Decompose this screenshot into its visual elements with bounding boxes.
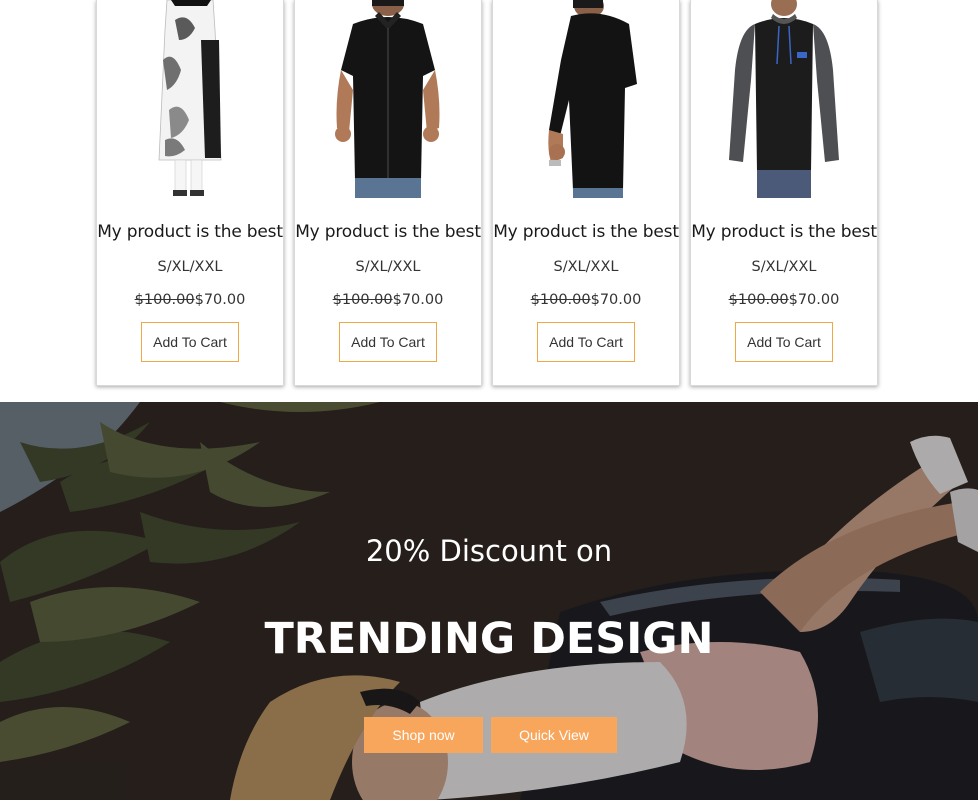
old-price: $100.00	[530, 292, 591, 308]
product-price: $100.00$70.00	[729, 292, 840, 308]
kurti-product-image[interactable]	[115, 0, 265, 198]
add-to-cart-button[interactable]: Add To Cart	[735, 322, 833, 362]
banner-buttons: Shop now Quick View	[364, 717, 617, 753]
old-price: $100.00	[134, 292, 195, 308]
quick-view-button[interactable]: Quick View	[491, 717, 617, 753]
shop-now-button[interactable]: Shop now	[364, 717, 483, 753]
raglan-hoodie-product-image[interactable]	[709, 0, 859, 198]
add-to-cart-button[interactable]: Add To Cart	[141, 322, 239, 362]
old-price: $100.00	[332, 292, 393, 308]
new-price: $70.00	[788, 292, 840, 308]
new-price: $70.00	[392, 292, 444, 308]
product-grid: My product is the best S/XL/XXL $100.00$…	[96, 0, 878, 386]
banner-subtitle: 20% Discount on	[365, 534, 613, 568]
product-card: My product is the best S/XL/XXL $100.00$…	[96, 0, 284, 386]
add-to-cart-button[interactable]: Add To Cart	[537, 322, 635, 362]
product-title[interactable]: My product is the best	[295, 222, 481, 242]
product-title[interactable]: My product is the best	[691, 222, 877, 242]
product-sizes: S/XL/XXL	[355, 259, 421, 275]
black-shirt-product-image[interactable]	[313, 0, 463, 198]
discount-banner: 20% Discount on TRENDING DESIGN Shop now…	[0, 402, 978, 800]
new-price: $70.00	[590, 292, 642, 308]
product-card: My product is the best S/XL/XXL $100.00$…	[492, 0, 680, 386]
product-price: $100.00$70.00	[333, 292, 444, 308]
product-title[interactable]: My product is the best	[493, 222, 679, 242]
product-sizes: S/XL/XXL	[157, 259, 223, 275]
product-sizes: S/XL/XXL	[751, 259, 817, 275]
product-sizes: S/XL/XXL	[553, 259, 619, 275]
product-section: My product is the best S/XL/XXL $100.00$…	[0, 0, 978, 402]
product-card: My product is the best S/XL/XXL $100.00$…	[690, 0, 878, 386]
product-title[interactable]: My product is the best	[97, 222, 283, 242]
product-price: $100.00$70.00	[531, 292, 642, 308]
black-hoodie-product-image[interactable]	[511, 0, 661, 198]
add-to-cart-button[interactable]: Add To Cart	[339, 322, 437, 362]
banner-title: TRENDING DESIGN	[264, 614, 714, 664]
product-card: My product is the best S/XL/XXL $100.00$…	[294, 0, 482, 386]
old-price: $100.00	[728, 292, 789, 308]
product-price: $100.00$70.00	[135, 292, 246, 308]
new-price: $70.00	[194, 292, 246, 308]
